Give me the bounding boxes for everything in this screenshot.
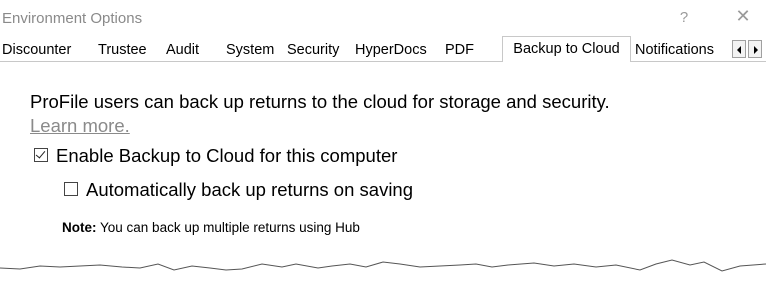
- note-body: You can back up multiple returns using H…: [96, 220, 360, 235]
- tab-strip: Discounter Trustee Audit System Security…: [0, 36, 766, 62]
- check-icon: [35, 148, 46, 159]
- backup-description: ProFile users can back up returns to the…: [30, 91, 610, 112]
- auto-backup-checkbox[interactable]: [64, 182, 78, 196]
- close-button[interactable]: ✕: [733, 6, 753, 28]
- note-text: Note: You can back up multiple returns u…: [62, 220, 360, 235]
- tab-divider: [0, 61, 766, 62]
- tab-discounter[interactable]: Discounter: [2, 40, 71, 61]
- window-title: Environment Options: [2, 10, 143, 27]
- tab-hyperdocs[interactable]: HyperDocs: [355, 40, 427, 61]
- scroll-left-icon[interactable]: [732, 40, 746, 58]
- tab-notifications[interactable]: Notifications: [635, 40, 714, 61]
- tab-backup-to-cloud[interactable]: Backup to Cloud: [502, 36, 631, 62]
- torn-edge: [0, 250, 766, 272]
- learn-more-link[interactable]: Learn more.: [30, 115, 130, 137]
- help-button[interactable]: ?: [676, 9, 692, 27]
- enable-backup-checkbox[interactable]: [34, 148, 48, 162]
- title-bar: Environment Options ? ✕: [0, 0, 766, 36]
- tab-pdf[interactable]: PDF: [445, 40, 474, 61]
- tab-audit[interactable]: Audit: [166, 40, 199, 61]
- tab-system[interactable]: System: [226, 40, 274, 61]
- enable-backup-label[interactable]: Enable Backup to Cloud for this computer: [56, 145, 397, 167]
- auto-backup-label[interactable]: Automatically back up returns on saving: [86, 179, 413, 201]
- note-label: Note:: [62, 220, 97, 235]
- tab-security[interactable]: Security: [287, 40, 339, 61]
- scroll-right-icon[interactable]: [748, 40, 762, 58]
- tab-trustee[interactable]: Trustee: [98, 40, 147, 61]
